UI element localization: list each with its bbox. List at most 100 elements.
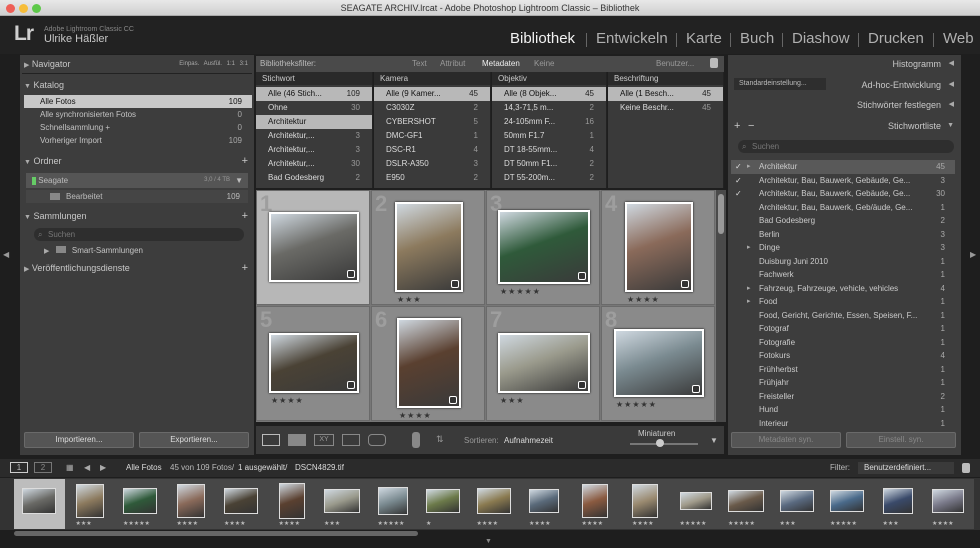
filter-row[interactable]: Alle (1 Besch... 45 [608, 87, 723, 101]
filmstrip-thumbnail[interactable] [932, 489, 964, 513]
keyword-checkbox[interactable]: ✓ [735, 187, 742, 200]
filter-tab-attribute[interactable]: Attribut [440, 56, 465, 72]
filmstrip-thumbnail[interactable] [728, 490, 764, 512]
filmstrip-cell[interactable]: ★★★★★ [822, 479, 873, 529]
star-rating[interactable]: ★★★★★ [123, 520, 150, 527]
filter-row[interactable]: C3030Z 2 [374, 101, 490, 115]
collections-header[interactable]: ▼ Sammlungen + [24, 207, 252, 225]
star-rating[interactable]: ★★★★ [271, 396, 304, 405]
filmstrip-thumbnail[interactable] [324, 489, 360, 513]
filmstrip-thumbnail[interactable] [123, 488, 157, 514]
export-button[interactable]: Exportieren... [139, 432, 249, 448]
keyword-row[interactable]: ▸ Fahrzeug, Fahrzeuge, vehicle, vehicles 4 [731, 282, 955, 296]
keyword-search-input[interactable]: ⌕ Suchen [738, 140, 954, 153]
filter-row[interactable]: Architektur,... 30 [256, 157, 372, 171]
volume-seagate[interactable]: Seagate 3,0 / 4 TB ▼ [26, 173, 248, 188]
filter-row[interactable]: 14,3-71,5 m... 2 [492, 101, 606, 115]
expand-triangle-icon[interactable]: ▸ [747, 241, 751, 254]
edited-badge-icon[interactable] [578, 381, 586, 389]
filmstrip-cell[interactable]: ★★★ [317, 479, 368, 529]
keyword-row[interactable]: Food, Gericht, Gerichte, Essen, Speisen,… [731, 309, 955, 323]
filter-row[interactable]: Bad Godesberg 2 [256, 171, 372, 185]
filter-row[interactable]: DSLR-A350 3 [374, 157, 490, 171]
keyword-row[interactable]: Frühherbst 1 [731, 363, 955, 377]
volume-menu-icon[interactable]: ▼ [235, 173, 243, 188]
keyword-row[interactable]: ▸ Dinge 3 [731, 241, 955, 255]
grid-cell[interactable]: 4 ★★★★ [601, 190, 715, 305]
grid-cell[interactable]: 5 ★★★★ [256, 306, 370, 421]
star-rating[interactable]: ★★★★ [529, 520, 551, 527]
edited-badge-icon[interactable] [449, 396, 457, 404]
filter-row[interactable]: DT 18-55mm... 4 [492, 143, 606, 157]
filmstrip-thumbnail[interactable] [22, 488, 56, 514]
star-rating[interactable]: ★★★★ [932, 520, 954, 527]
filmstrip-cell[interactable]: ★★★ [872, 479, 924, 529]
star-rating[interactable]: ★★★★ [177, 520, 199, 527]
filmstrip-thumbnail[interactable] [224, 488, 258, 514]
keyword-row[interactable]: Fachwerk 1 [731, 268, 955, 282]
add-folder-icon[interactable]: + [242, 152, 248, 170]
filter-row[interactable]: CYBERSHOT 5 [374, 115, 490, 129]
filter-row[interactable]: DT 50mm F1... 2 [492, 157, 606, 171]
keyword-row[interactable]: ✓ ▸ Architektur 45 [731, 160, 955, 174]
keyword-checkbox[interactable]: ✓ [735, 160, 742, 173]
star-rating[interactable]: ★★★ [883, 520, 899, 527]
filter-row[interactable]: Alle (46 Stich... 109 [256, 87, 372, 101]
star-rating[interactable]: ★★★ [780, 520, 796, 527]
keyword-row[interactable]: ✓ Architektur, Bau, Bauwerk, Gebäude, Ge.… [731, 174, 955, 188]
filter-row[interactable]: DSC-R1 4 [374, 143, 490, 157]
star-rating[interactable]: ★★★★ [582, 520, 604, 527]
filmstrip-thumbnail[interactable] [426, 489, 460, 513]
grid-cell[interactable]: 1 [256, 190, 370, 305]
keyword-row[interactable]: Duisburg Juni 2010 1 [731, 255, 955, 269]
keyword-row[interactable]: Bad Godesberg 2 [731, 214, 955, 228]
filmstrip-thumbnail[interactable] [278, 483, 305, 519]
add-keyword-icon[interactable]: + [734, 117, 740, 135]
catalog-item-quick-collection[interactable]: Schnellsammlung +0 [24, 121, 252, 134]
painter-icon[interactable] [412, 432, 420, 448]
lock-icon[interactable] [962, 463, 970, 473]
filmstrip-cell[interactable]: ★★★★★ [115, 479, 166, 529]
expand-triangle-icon[interactable]: ▸ [747, 282, 751, 295]
close-window-button[interactable] [6, 4, 15, 13]
filmstrip-thumbnail[interactable] [632, 484, 658, 518]
star-rating[interactable]: ★★★★ [627, 295, 660, 304]
right-panel-toggle-icon[interactable]: ▶ [970, 250, 976, 259]
star-rating[interactable]: ★★★★★ [830, 520, 857, 527]
folders-header[interactable]: ▼ Ordner + [24, 152, 252, 170]
add-collection-icon[interactable]: + [242, 207, 248, 225]
filmstrip-cell[interactable]: ★★★★ [468, 479, 520, 529]
filter-row[interactable]: DT 55-200m... 2 [492, 171, 606, 185]
star-rating[interactable]: ★★★★ [399, 411, 432, 420]
filmstrip-cell[interactable]: ★★★★ [923, 479, 974, 529]
keyword-checkbox[interactable]: ✓ [735, 174, 742, 187]
edited-badge-icon[interactable] [347, 270, 355, 278]
filter-row[interactable]: 50mm F1.7 1 [492, 129, 606, 143]
filmstrip-thumbnail[interactable] [679, 492, 712, 510]
import-button[interactable]: Importieren... [24, 432, 134, 448]
edited-badge-icon[interactable] [692, 385, 700, 393]
keyword-row[interactable]: Berlin 3 [731, 228, 955, 242]
expand-triangle-icon[interactable]: ▸ [747, 160, 751, 173]
secondary-window-button[interactable]: 2 [34, 462, 52, 473]
grid-cell[interactable]: 3 ★★★★★ [486, 190, 600, 305]
filmstrip-scrollbar[interactable] [14, 531, 418, 536]
grid-cell[interactable]: 6 ★★★★ [371, 306, 485, 421]
filmstrip-thumbnail[interactable] [176, 484, 205, 518]
keyword-row[interactable]: Freisteller 2 [731, 390, 955, 404]
left-panel-toggle-icon[interactable]: ◀ [3, 250, 9, 259]
smart-collections-item[interactable]: ▶ Smart-Sammlungen [44, 246, 143, 255]
filmstrip-thumbnail[interactable] [882, 488, 913, 514]
catalog-item-synced[interactable]: Alle synchronisierten Fotos 0 [24, 108, 252, 121]
star-rating[interactable]: ★★★★ [477, 520, 499, 527]
keyword-row[interactable]: Interieur 1 [731, 417, 955, 427]
star-rating[interactable]: ★★★★ [632, 520, 654, 527]
photo-thumbnail[interactable] [498, 210, 590, 284]
filter-row[interactable]: Alle (9 Kamer... 45 [374, 87, 490, 101]
filmstrip-cell[interactable]: ★★★★ [519, 479, 570, 529]
remove-keyword-icon[interactable]: − [748, 117, 754, 135]
keyword-row[interactable]: Fotografie 1 [731, 336, 955, 350]
filmstrip-cell[interactable]: ★★★★ [165, 479, 217, 529]
slider-thumb[interactable] [656, 439, 664, 447]
collections-search-input[interactable]: ⌕ Suchen [34, 228, 244, 241]
